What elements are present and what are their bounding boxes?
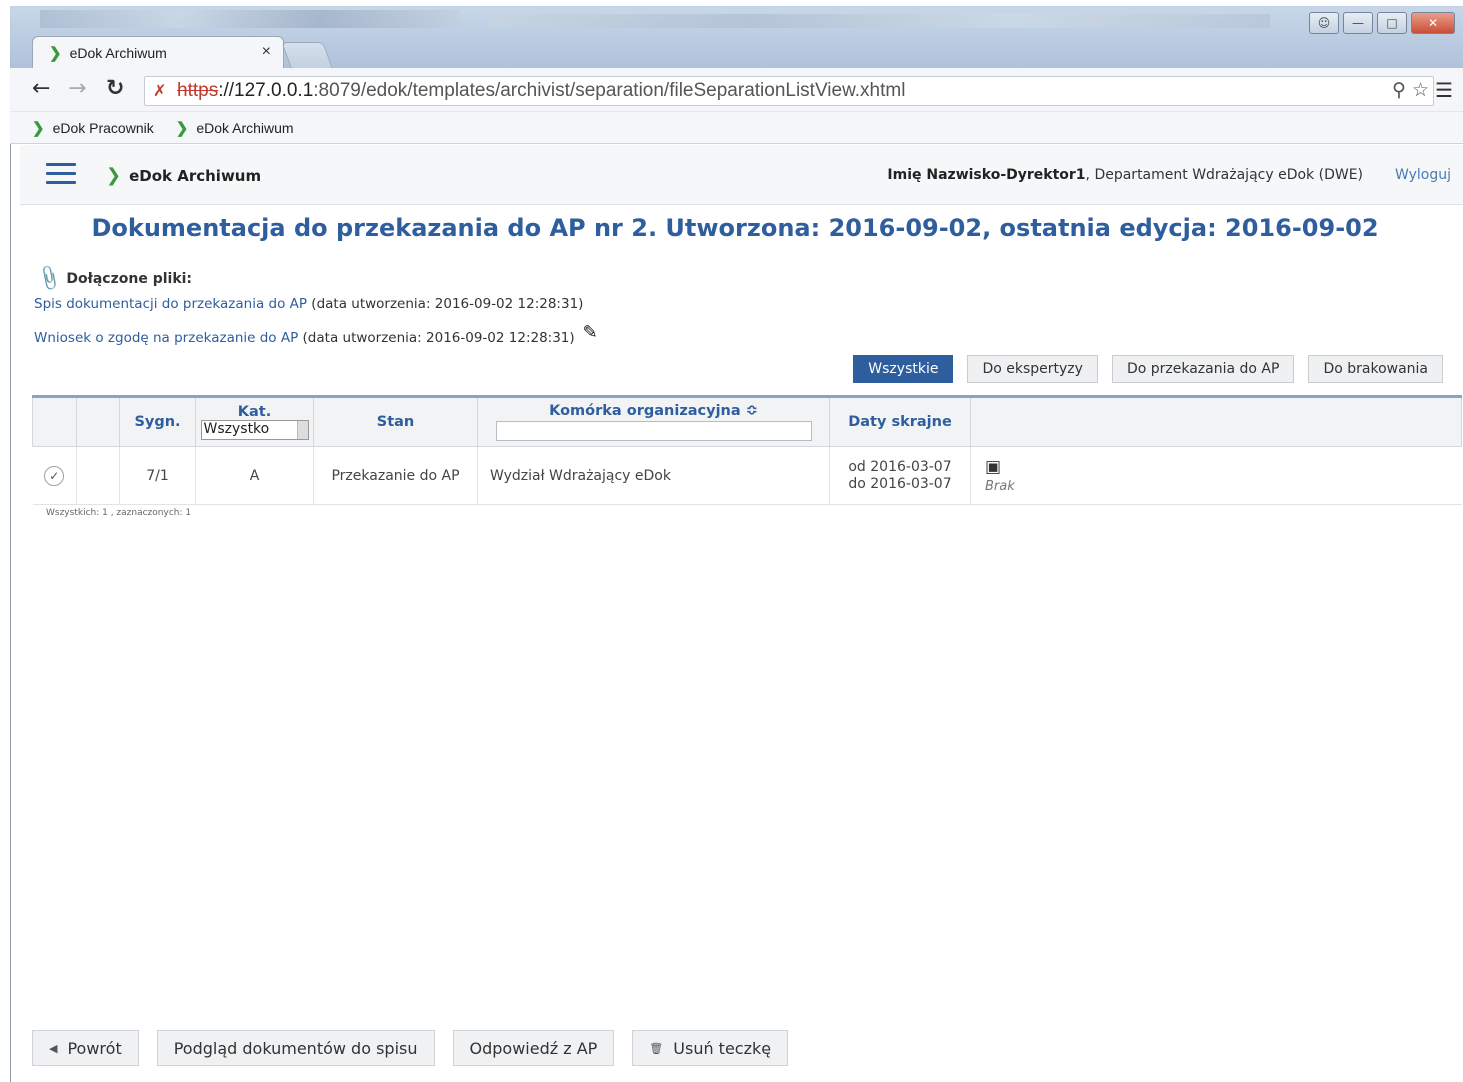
browser-toolbar: ← → ↻ ✗ https://127.0.0.1:8079/edok/temp… [10, 68, 1463, 112]
col-kat: Kat. Wszystko [195, 395, 314, 447]
bookmark-edok-archiwum[interactable]: ❯ eDok Archiwum [176, 119, 294, 137]
user-name: Imię Nazwisko-Dyrektor1 [887, 167, 1086, 183]
address-tools: ⚲ ☆ [1392, 79, 1429, 102]
caret-left-icon: ◀ [49, 1041, 58, 1055]
user-department: , Departament Wdrażający eDok (DWE) [1085, 167, 1363, 183]
menu-icon[interactable]: ☰ [1435, 78, 1453, 102]
col-status [970, 395, 1462, 447]
ap-response-button[interactable]: Odpowiedź z AP [452, 1030, 615, 1066]
new-tab-button[interactable] [281, 42, 333, 68]
trash-icon: 🗑 [649, 1041, 664, 1055]
star-icon[interactable]: ☆ [1412, 79, 1429, 102]
maximize-button[interactable]: □ [1377, 12, 1407, 34]
filter-all-button[interactable]: Wszystkie [853, 355, 954, 383]
url-host: ://127.0.0.1 [218, 80, 314, 101]
close-window-button[interactable]: ✕ [1411, 12, 1455, 34]
paperclip-icon: 📎 [34, 263, 65, 294]
attached-file-2: Wniosek o zgodę na przekazanie do AP (da… [34, 322, 598, 347]
bottom-actions: ◀ Powrót Podgląd dokumentów do spisu Odp… [32, 1030, 789, 1066]
reload-icon[interactable]: ↻ [106, 76, 124, 101]
bookmark-label: eDok Pracownik [52, 119, 154, 136]
preview-documents-button[interactable]: Podgląd dokumentów do spisu [156, 1030, 435, 1066]
page-title: Dokumentacja do przekazania do AP nr 2. … [91, 214, 1379, 242]
cell-kat: A [195, 446, 314, 505]
checkmark-icon[interactable]: ✓ [44, 465, 65, 486]
kat-filter-select[interactable]: Wszystko [200, 420, 309, 440]
col-kat-label[interactable]: Kat. [238, 404, 271, 420]
col-stan[interactable]: Stan [313, 395, 478, 447]
back-button-label: Powrót [67, 1038, 122, 1058]
titlebar-blur [40, 10, 460, 28]
filter-expertise-button[interactable]: Do ekspertyzy [967, 355, 1098, 383]
url-path: :8079/edok/templates/archivist/separatio… [313, 80, 906, 101]
delete-folder-label: Usuń teczkę [673, 1038, 772, 1058]
edok-chevron-icon: ❯ [49, 44, 62, 62]
attached-files-heading: 📎 Dołączone pliki: [34, 264, 193, 293]
bookmark-edok-pracownik[interactable]: ❯ eDok Pracownik [32, 119, 154, 137]
cell-daty: od 2016-03-07 do 2016-03-07 [829, 446, 971, 505]
delete-folder-button[interactable]: 🗑 Usuń teczkę [632, 1030, 789, 1066]
row-blank [76, 446, 120, 505]
table-summary: Wszystkich: 1 , zaznaczonych: 1 [46, 508, 192, 518]
logout-link[interactable]: Wyloguj [1395, 167, 1451, 183]
tab-title: eDok Archiwum [69, 44, 167, 61]
back-button[interactable]: ◀ Powrót [32, 1030, 139, 1066]
user-icon[interactable]: ☺ [1309, 12, 1339, 34]
col-sygn[interactable]: Sygn. [119, 395, 196, 447]
table-header-row: Sygn. Kat. Wszystko Stan Komórka organiz… [32, 395, 1462, 447]
edok-chevron-icon: ❯ [175, 119, 189, 137]
bookmark-label: eDok Archiwum [196, 119, 294, 136]
app-name: eDok Archiwum [129, 166, 262, 185]
filter-discard-button[interactable]: Do brakowania [1308, 355, 1443, 383]
filter-transfer-button[interactable]: Do przekazania do AP [1111, 355, 1295, 383]
attached-label: Dołączone pliki: [66, 270, 193, 287]
row-select[interactable]: ✓ [32, 446, 77, 505]
edok-chevron-icon: ❯ [32, 119, 45, 137]
bookmarks-bar: ❯ eDok Pracownik ❯ eDok Archiwum [10, 112, 1463, 144]
status-text: Brak [985, 479, 1015, 494]
tab-close-icon[interactable]: × [262, 43, 271, 61]
file-link-spis[interactable]: Spis dokumentacji do przekazania do AP [34, 296, 307, 312]
komorka-filter-input[interactable] [495, 421, 812, 441]
hamburger-menu-icon[interactable] [46, 163, 76, 185]
forward-icon[interactable]: → [68, 76, 86, 101]
cell-stan: Przekazanie do AP [313, 446, 478, 505]
archive-box-icon[interactable]: ▣ [985, 457, 1001, 477]
app-header: ❯ eDok Archiwum Imię Nazwisko-Dyrektor1,… [20, 145, 1463, 205]
zoom-icon[interactable]: ⚲ [1392, 79, 1406, 102]
edok-chevron-icon: ❯ [106, 165, 122, 186]
address-bar[interactable]: ✗ https://127.0.0.1:8079/edok/templates/… [144, 76, 1434, 106]
files-table: Sygn. Kat. Wszystko Stan Komórka organiz… [32, 395, 1462, 505]
url-scheme: https [177, 80, 219, 101]
date-to: do 2016-03-07 [848, 475, 952, 492]
attached-file-1: Spis dokumentacji do przekazania do AP (… [34, 296, 583, 312]
back-icon[interactable]: ← [32, 76, 50, 101]
browser-tab[interactable]: ❯ eDok Archiwum × [32, 36, 284, 68]
minimize-button[interactable]: — [1343, 12, 1373, 34]
cell-status: ▣ Brak [970, 446, 1462, 505]
file-meta: (data utworzenia: 2016-09-02 12:28:31) [298, 330, 575, 346]
col-komorka-label[interactable]: Komórka organizacyjna ≎ [549, 403, 758, 419]
col-daty[interactable]: Daty skrajne [829, 395, 971, 447]
filter-buttons: Wszystkie Do ekspertyzy Do przekazania d… [853, 355, 1443, 383]
table-row[interactable]: ✓ 7/1 A Przekazanie do AP Wydział Wdraża… [32, 446, 1462, 505]
user-info: Imię Nazwisko-Dyrektor1, Departament Wdr… [887, 167, 1363, 183]
cell-sygn: 7/1 [119, 446, 196, 505]
col-komorka: Komórka organizacyjna ≎ [477, 395, 830, 447]
insecure-icon: ✗ [153, 83, 167, 100]
app-logo[interactable]: ❯ eDok Archiwum [106, 165, 261, 186]
cell-komorka: Wydział Wdrażający eDok [477, 446, 830, 505]
col-blank [76, 395, 120, 447]
file-link-wniosek[interactable]: Wniosek o zgodę na przekazanie do AP [34, 330, 298, 346]
titlebar-blur [490, 14, 1270, 28]
window-controls: ☺ — □ ✕ [1309, 12, 1455, 34]
date-from: od 2016-03-07 [848, 458, 952, 475]
file-meta: (data utworzenia: 2016-09-02 12:28:31) [307, 296, 584, 312]
col-select [32, 395, 77, 447]
edit-pencil-icon[interactable]: ✎ [583, 322, 598, 343]
